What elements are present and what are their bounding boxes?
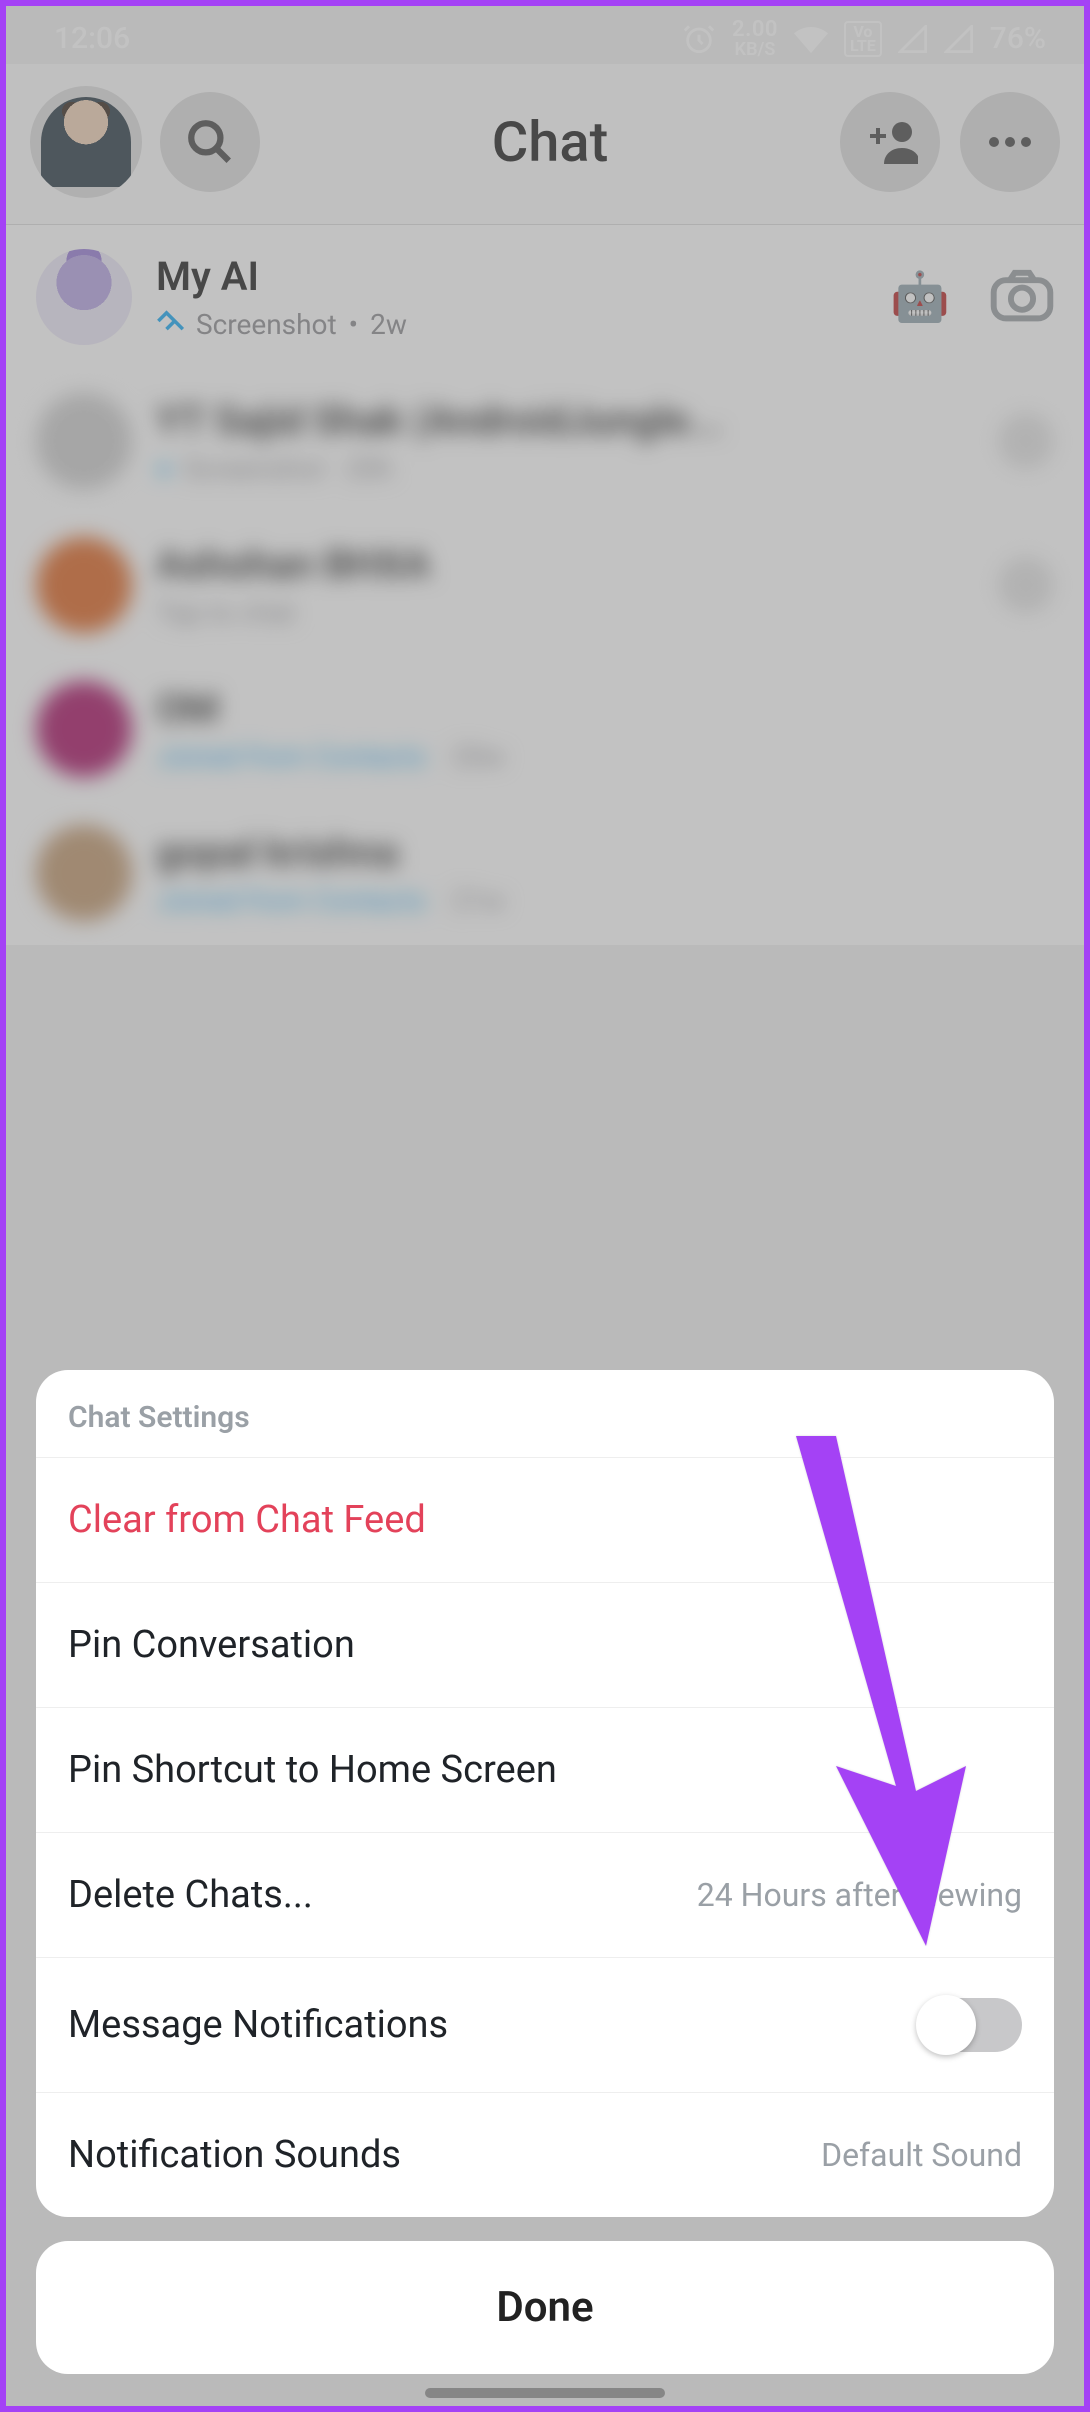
label: Notification Sounds — [68, 2133, 401, 2177]
label: Clear from Chat Feed — [68, 1498, 426, 1542]
message-notifications[interactable]: Message Notifications — [36, 1957, 1054, 2092]
notification-sounds[interactable]: Notification Sounds Default Sound — [36, 2092, 1054, 2217]
delete-chats[interactable]: Delete Chats... 24 Hours after Viewing — [36, 1832, 1054, 1957]
value: Default Sound — [821, 2136, 1022, 2174]
value: 24 Hours after Viewing — [697, 1876, 1022, 1914]
chat-settings-sheet: Chat Settings Clear from Chat Feed Pin C… — [36, 1370, 1054, 2374]
label: Pin Shortcut to Home Screen — [68, 1748, 557, 1792]
notifications-toggle[interactable] — [918, 1998, 1022, 2052]
sheet-title: Chat Settings — [36, 1370, 1054, 1457]
label: Delete Chats... — [68, 1873, 313, 1917]
label: Message Notifications — [68, 2003, 448, 2047]
pin-shortcut-home[interactable]: Pin Shortcut to Home Screen — [36, 1707, 1054, 1832]
label: Done — [496, 2283, 593, 2332]
clear-from-chat-feed[interactable]: Clear from Chat Feed — [36, 1457, 1054, 1582]
done-button[interactable]: Done — [36, 2241, 1054, 2374]
pin-conversation[interactable]: Pin Conversation — [36, 1582, 1054, 1707]
label: Pin Conversation — [68, 1623, 355, 1667]
nav-pill — [425, 2388, 665, 2398]
